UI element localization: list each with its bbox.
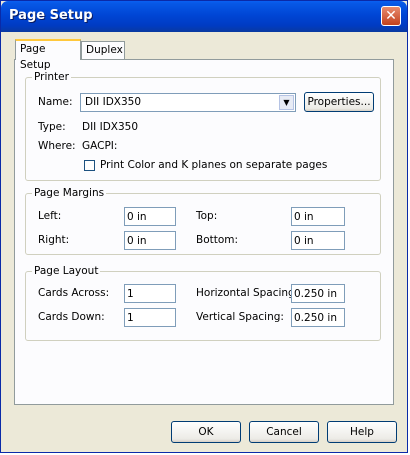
page-margins-group: Page Margins Left: Top: Right: Bottom:: [25, 187, 381, 255]
horizontal-spacing-input[interactable]: [291, 284, 345, 303]
bottom-margin-label: Bottom:: [196, 234, 239, 246]
close-button[interactable]: ✕: [381, 6, 401, 26]
left-margin-label: Left:: [38, 210, 62, 222]
title-bar[interactable]: Page Setup ✕: [1, 1, 407, 32]
help-button[interactable]: Help: [327, 421, 397, 443]
right-margin-label: Right:: [38, 234, 70, 246]
tab-page-setup[interactable]: Page Setup: [15, 39, 81, 71]
group-title: Page Layout: [32, 265, 101, 277]
properties-button[interactable]: Properties...: [304, 92, 374, 112]
tab-label: Duplex: [86, 44, 123, 56]
where-label: Where:: [38, 140, 76, 152]
right-margin-input[interactable]: [124, 231, 176, 250]
cards-down-label: Cards Down:: [38, 311, 105, 323]
page-layout-group: Page Layout Cards Across: Horizontal Spa…: [25, 265, 381, 341]
printer-name-value: DII IDX350: [85, 96, 142, 108]
bottom-margin-input[interactable]: [291, 231, 345, 250]
type-label: Type:: [38, 121, 66, 133]
separate-planes-checkbox[interactable]: [84, 160, 95, 171]
top-margin-label: Top:: [196, 210, 218, 222]
window-title: Page Setup: [9, 8, 93, 23]
close-icon: ✕: [385, 8, 397, 24]
separate-planes-label[interactable]: Print Color and K planes on separate pag…: [100, 159, 327, 171]
horizontal-spacing-label: Horizontal Spacing:: [196, 287, 299, 299]
printer-group: Printer Name: DII IDX350 ▼ Properties...…: [25, 71, 381, 181]
cancel-button[interactable]: Cancel: [249, 421, 319, 443]
cards-across-label: Cards Across:: [38, 287, 110, 299]
name-label: Name:: [38, 96, 73, 108]
chevron-down-icon[interactable]: ▼: [279, 95, 294, 110]
where-value: GACPI:: [82, 140, 118, 152]
printer-name-select[interactable]: DII IDX350 ▼: [80, 93, 296, 112]
vertical-spacing-input[interactable]: [291, 308, 345, 327]
page-setup-dialog: Page Setup ✕ Page Setup Duplex Printer N…: [0, 0, 408, 453]
left-margin-input[interactable]: [124, 207, 176, 226]
tab-duplex[interactable]: Duplex: [81, 41, 125, 59]
cards-down-input[interactable]: [124, 308, 176, 327]
tab-panel: Printer Name: DII IDX350 ▼ Properties...…: [14, 59, 394, 405]
tab-label: Page Setup: [20, 43, 51, 71]
group-title: Page Margins: [32, 187, 107, 199]
top-margin-input[interactable]: [291, 207, 345, 226]
cards-across-input[interactable]: [124, 284, 176, 303]
ok-button[interactable]: OK: [171, 421, 241, 443]
type-value: DII IDX350: [82, 121, 139, 133]
vertical-spacing-label: Vertical Spacing:: [196, 311, 284, 323]
